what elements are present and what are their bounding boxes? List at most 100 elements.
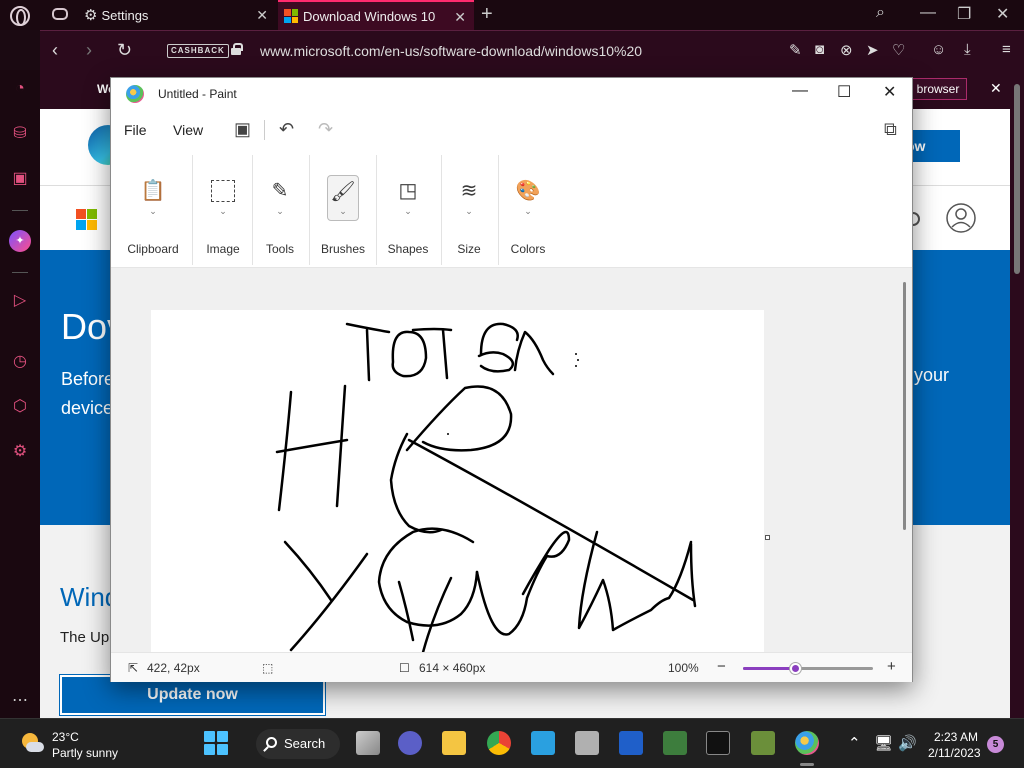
more-icon[interactable]: ⋯: [9, 690, 31, 712]
image-group[interactable]: ⌄ Image: [199, 150, 247, 268]
canvas-scrollbar[interactable]: [903, 282, 906, 530]
url-field[interactable]: www.microsoft.com/en-us/software-downloa…: [260, 43, 642, 59]
shapes-group[interactable]: ◳ ⌄ Shapes: [382, 150, 434, 268]
remote-desktop-icon[interactable]: [531, 731, 555, 755]
brushes-label: Brushes: [320, 242, 366, 256]
selection-icon: [211, 180, 235, 202]
canvas-resize-handle[interactable]: [765, 535, 770, 540]
player-icon[interactable]: ▷: [9, 290, 31, 312]
cube-icon[interactable]: ⬡: [9, 396, 31, 418]
page-scrollbar[interactable]: [1010, 70, 1024, 718]
brushes-group[interactable]: 🖌 ⌄ Brushes: [316, 150, 370, 268]
paint-taskbar-icon[interactable]: [795, 731, 819, 755]
task-manager-icon[interactable]: [663, 731, 687, 755]
view-menu[interactable]: View: [173, 122, 203, 138]
zoom-level: 100%: [668, 661, 699, 675]
forward-button[interactable]: ›: [86, 40, 92, 61]
settings-icon[interactable]: ⚙: [9, 441, 31, 463]
chevron-down-icon: ⌄: [404, 206, 412, 216]
twitch-icon[interactable]: ▣: [9, 168, 31, 190]
size-group[interactable]: ≋ ⌄ Size: [447, 150, 491, 268]
opera-sidebar: ◔ ⛁ ▣ ✦ ▷ ◷ ⬡ ⚙ ⋯: [0, 70, 40, 718]
close-tab-icon[interactable]: ✕: [454, 9, 466, 26]
clock-time[interactable]: 2:23 AM: [934, 730, 978, 744]
paint-window: Untitled - Paint — ☐ ✕ File View ▣ ↶ ↷ ⧉…: [110, 77, 913, 682]
history-icon[interactable]: ◷: [9, 351, 31, 373]
minimize-button[interactable]: —: [792, 82, 808, 100]
paint-titlebar[interactable]: Untitled - Paint — ☐ ✕: [111, 78, 912, 110]
gamepad-icon[interactable]: [52, 8, 68, 20]
weather-description[interactable]: Partly sunny: [52, 746, 118, 760]
canvas-size: 614 × 460px: [419, 661, 486, 675]
search-tabs-icon[interactable]: ⌕: [876, 4, 885, 22]
powershell-icon[interactable]: [619, 731, 643, 755]
volume-icon[interactable]: 🔊: [898, 734, 917, 752]
download-icon[interactable]: ⤓: [964, 41, 971, 58]
restore-button[interactable]: ❐: [957, 4, 971, 24]
profile-icon[interactable]: ☺: [931, 41, 946, 58]
file-explorer-icon[interactable]: [442, 731, 466, 755]
weather-icon[interactable]: [20, 731, 44, 755]
reload-icon[interactable]: ↻: [117, 40, 132, 61]
heart-icon[interactable]: ♡: [892, 41, 905, 59]
tab-settings[interactable]: ⚙ Settings ✕: [80, 0, 276, 30]
network-icon[interactable]: 🖥: [874, 734, 893, 752]
chrome-icon[interactable]: [487, 731, 511, 755]
device-manager-icon[interactable]: [575, 731, 599, 755]
browser-tabstrip: ⚙ Settings ✕ Download Windows 10 ✕ + ⌕ —…: [0, 0, 1024, 30]
file-menu[interactable]: File: [124, 122, 147, 138]
section-text: The Up: [60, 629, 110, 646]
save-icon[interactable]: ▣: [234, 119, 251, 140]
notification-badge[interactable]: 5: [987, 736, 1004, 753]
chevron-up-icon[interactable]: ⌃: [848, 734, 861, 752]
zoom-slider-thumb[interactable]: [790, 663, 801, 674]
redo-icon[interactable]: ↷: [318, 119, 333, 140]
banner-close-icon[interactable]: ✕: [990, 80, 1002, 97]
menu-icon[interactable]: ≡: [1002, 41, 1011, 58]
speed-dial-icon[interactable]: ◔: [9, 78, 31, 100]
back-button[interactable]: ‹: [52, 40, 58, 61]
close-button[interactable]: ✕: [883, 82, 896, 102]
new-tab-button[interactable]: +: [481, 3, 493, 26]
account-icon[interactable]: [945, 202, 977, 234]
zoom-slider[interactable]: [743, 663, 873, 674]
tools-label: Tools: [265, 242, 294, 256]
chevron-down-icon: ⌄: [339, 206, 347, 216]
banner-button[interactable]: browser: [909, 78, 967, 100]
extensions-icon[interactable]: ⛁: [9, 123, 31, 145]
edit-icon[interactable]: ✎: [789, 41, 802, 59]
tracker-block-icon[interactable]: ⊗: [840, 41, 853, 59]
maximize-button[interactable]: ☐: [837, 82, 851, 102]
start-button[interactable]: [204, 731, 228, 755]
search-button[interactable]: Search: [256, 729, 340, 759]
canvas-area: [111, 268, 912, 652]
share-icon[interactable]: ⧉: [884, 119, 897, 140]
drawing-canvas[interactable]: [151, 310, 764, 652]
temperature[interactable]: 23°C: [52, 730, 79, 744]
messenger-icon[interactable]: ✦: [9, 230, 31, 252]
tab-download-windows[interactable]: Download Windows 10 ✕: [278, 0, 474, 30]
opera-menu-icon[interactable]: [10, 6, 30, 26]
size-label: Size: [457, 242, 481, 256]
send-icon[interactable]: ➤: [866, 41, 879, 59]
colors-group[interactable]: 🎨 ⌄ Colors: [505, 150, 551, 268]
clock-date[interactable]: 2/11/2023: [928, 746, 981, 760]
task-view-icon[interactable]: [356, 731, 380, 755]
microsoft-logo-icon[interactable]: [76, 209, 97, 230]
teams-chat-icon[interactable]: [398, 731, 422, 755]
chevron-down-icon: ⌄: [219, 206, 227, 216]
minimize-button[interactable]: —: [920, 4, 936, 22]
cashback-badge[interactable]: CASHBACK: [167, 44, 229, 58]
undo-icon[interactable]: ↶: [279, 119, 294, 140]
zoom-out-button[interactable]: −: [717, 658, 726, 675]
shapes-icon: ◳: [398, 180, 418, 202]
minecraft-icon[interactable]: [751, 731, 775, 755]
close-window-button[interactable]: ✕: [996, 4, 1009, 24]
tools-group[interactable]: ✎ ⌄ Tools: [257, 150, 303, 268]
lock-icon[interactable]: [231, 43, 243, 55]
clipboard-group[interactable]: 📋 ⌄ Clipboard: [122, 150, 184, 268]
close-tab-icon[interactable]: ✕: [256, 7, 268, 24]
camera-icon[interactable]: ◙: [815, 41, 824, 58]
zoom-in-button[interactable]: +: [887, 658, 896, 675]
terminal-icon[interactable]: [706, 731, 730, 755]
